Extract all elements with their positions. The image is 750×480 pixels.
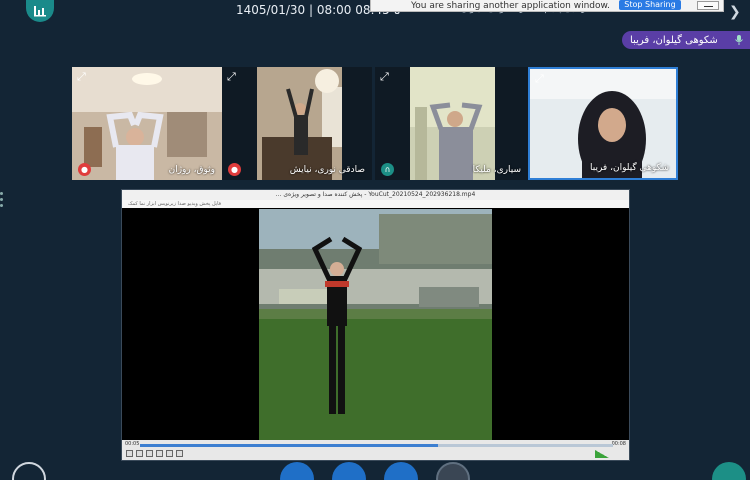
participant-tile[interactable]: ⤢ ● وثوق، روژان [72, 67, 222, 180]
expand-icon[interactable]: ⤢ [227, 71, 236, 82]
expand-icon[interactable]: ⤢ [77, 71, 86, 82]
previous-icon[interactable] [136, 450, 143, 457]
participant-name: صادقی نوری، نیایش [289, 165, 365, 175]
recording-icon: ● [78, 163, 91, 176]
seek-bar[interactable] [140, 444, 613, 447]
seek-bar-fill [140, 444, 438, 447]
player-title: YouCut_20210524_202936218.mp4 - پخش کنند… [122, 190, 629, 200]
chevron-right-icon[interactable]: ❯ [729, 4, 741, 20]
stats-button[interactable] [26, 0, 54, 22]
recording-icon: ● [228, 163, 241, 176]
toolbar-button[interactable] [384, 462, 418, 480]
participant-tile[interactable]: ⤢ ● صادقی نوری، نیایش [222, 67, 372, 180]
expand-icon[interactable]: ⤢ [535, 73, 544, 84]
active-speaker-name: شکوهی گیلوان، فریبا [630, 34, 718, 46]
participant-tile-active[interactable]: ⤢ شکوهی گیلوان، فریبا [528, 67, 678, 180]
player-controls: 00:05 00:08 [122, 440, 629, 460]
bar-chart-icon [34, 6, 46, 17]
mic-icon [735, 35, 743, 45]
participant-name: وثوق، روژان [168, 165, 215, 175]
toolbar-button[interactable] [712, 462, 746, 480]
shared-video [259, 209, 492, 442]
volume-slider[interactable] [595, 450, 609, 458]
participant-name: سیاری، ملیکا [472, 165, 521, 175]
active-speaker-pill[interactable]: شکوهی گیلوان، فریبا [622, 31, 750, 49]
player-time-total: 00:08 [611, 441, 626, 447]
participant-video [222, 67, 372, 180]
playlist-icon[interactable] [176, 450, 183, 457]
fullscreen-icon[interactable] [166, 450, 173, 457]
share-message: You are sharing another application wind… [411, 0, 610, 11]
participant-video [375, 67, 528, 180]
toolbar-button[interactable] [436, 462, 470, 480]
expand-icon[interactable]: ⤢ [380, 71, 389, 82]
toolbar-button[interactable] [332, 462, 366, 480]
participant-video [530, 69, 676, 178]
side-handle[interactable] [0, 192, 3, 210]
participant-tile[interactable]: ⤢ ∩ سیاری، ملیکا [375, 67, 528, 180]
player-time-current: 00:05 [125, 441, 140, 447]
minimize-button[interactable] [697, 1, 719, 10]
participant-video [72, 67, 222, 180]
pause-icon[interactable] [126, 450, 133, 457]
stop-icon[interactable] [146, 450, 153, 457]
next-icon[interactable] [156, 450, 163, 457]
shared-media-player: YouCut_20210524_202936218.mp4 - پخش کنند… [121, 189, 630, 461]
player-menu[interactable]: فایل پخش ویدیو صدا زیرنویس ابزار نما کمک [122, 200, 629, 208]
share-banner: You are sharing another application wind… [370, 0, 724, 12]
stop-sharing-button[interactable]: Stop Sharing [619, 0, 681, 10]
headset-icon: ∩ [381, 163, 394, 176]
participant-name: شکوهی گیلوان، فریبا [589, 163, 669, 173]
toolbar-button[interactable] [12, 462, 46, 480]
toolbar-button[interactable] [280, 462, 314, 480]
